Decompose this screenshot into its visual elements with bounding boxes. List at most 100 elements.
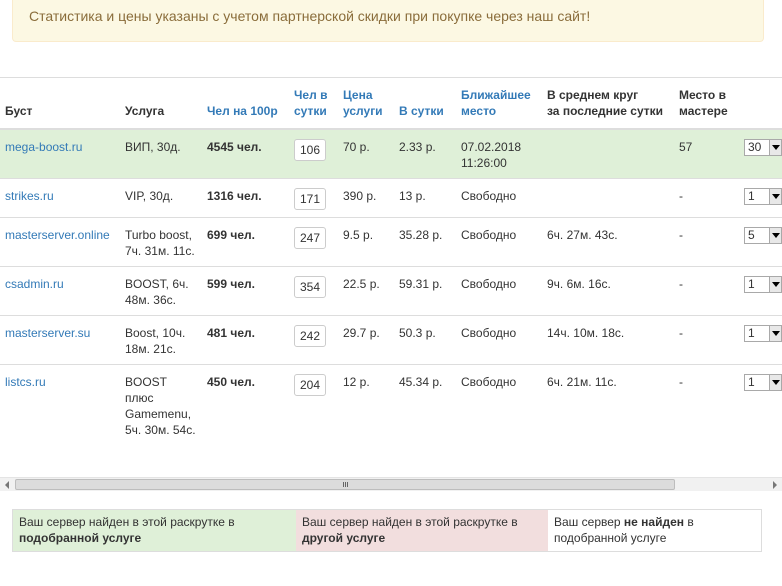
partner-discount-notice: Статистика и цены указаны с учетом партн… — [12, 0, 764, 42]
players-per-day-box: 242 — [294, 325, 326, 347]
quantity-select-value: 1 — [748, 326, 755, 340]
players-per-100: 1316 чел. — [202, 178, 289, 218]
players-per-100: 450 чел. — [202, 364, 289, 445]
header-avg-line2: за последние сутки — [547, 104, 664, 118]
quantity-select[interactable]: 1 — [744, 188, 782, 205]
quantity-select-value: 30 — [748, 140, 762, 154]
boost-site-link[interactable]: masterserver.online — [5, 228, 110, 242]
header-place-line2: мастере — [679, 104, 728, 118]
price-per-day: 2.33 р. — [394, 128, 456, 179]
master-place: - — [674, 266, 739, 316]
table-row: masterserver.online Turbo boost, 7ч. 31м… — [0, 217, 782, 267]
legend-notfound-bold: не найден — [623, 515, 685, 529]
players-per-100: 699 чел. — [202, 217, 289, 267]
header-place-line1: Место в — [679, 88, 726, 102]
service-name: Turbo boost, 7ч. 31м. 11с. — [120, 217, 202, 267]
average-round — [542, 128, 674, 179]
players-per-day-box: 354 — [294, 276, 326, 298]
legend-notfound-prefix: Ваш сервер — [554, 515, 621, 529]
header-price[interactable]: Цена услуги — [338, 78, 394, 130]
chevron-down-icon — [769, 228, 781, 243]
header-nearest-line1: Ближайшее — [461, 88, 531, 102]
price-per-day: 13 р. — [394, 178, 456, 218]
chevron-down-icon — [769, 277, 781, 292]
arrow-right-icon[interactable] — [768, 478, 782, 491]
service-price: 9.5 р. — [338, 217, 394, 267]
players-per-100: 4545 чел. — [202, 128, 289, 179]
players-per-day-box: 247 — [294, 227, 326, 249]
nearest-place: Свободно — [456, 315, 542, 365]
boost-site-link[interactable]: listcs.ru — [5, 375, 46, 389]
legend-found-selected: Ваш сервер найден в этой раскрутке в под… — [13, 510, 296, 551]
legend-found-other: Ваш сервер найден в этой раскрутке в дру… — [296, 510, 548, 551]
service-name: BOOST плюс Gamemenu, 5ч. 30м. 54с. — [120, 364, 202, 445]
quantity-select[interactable]: 1 — [744, 325, 782, 342]
table-row: mega-boost.ru ВИП, 30д. 4545 чел. 106 70… — [0, 128, 782, 179]
nearest-place: Свободно — [456, 266, 542, 316]
service-price: 70 р. — [338, 128, 394, 179]
quantity-select-value: 1 — [748, 375, 755, 389]
table-header-row: Буст Услуга Чел на 100р Чел в сутки Цена… — [0, 78, 782, 130]
chevron-down-icon — [769, 140, 781, 155]
service-name: BOOST, 6ч. 48м. 36с. — [120, 266, 202, 316]
arrow-left-icon[interactable] — [0, 478, 14, 491]
header-nearest-place[interactable]: Ближайшее место — [456, 78, 542, 130]
chevron-down-icon — [769, 189, 781, 204]
boost-site-link[interactable]: masterserver.su — [5, 326, 90, 340]
header-service: Услуга — [120, 78, 202, 130]
service-price: 22.5 р. — [338, 266, 394, 316]
table-row: listcs.ru BOOST плюс Gamemenu, 5ч. 30м. … — [0, 364, 782, 445]
price-per-day: 50.3 р. — [394, 315, 456, 365]
service-name: ВИП, 30д. — [120, 128, 202, 179]
service-price: 390 р. — [338, 178, 394, 218]
header-price-line2: услуги — [343, 104, 383, 118]
quantity-select-value: 1 — [748, 277, 755, 291]
header-average-round: В среднем круг за последние сутки — [542, 78, 674, 130]
service-name: VIP, 30д. — [120, 178, 202, 218]
service-price: 29.7 р. — [338, 315, 394, 365]
players-per-day-box: 171 — [294, 188, 326, 210]
table-row: masterserver.su Boost, 10ч. 18м. 21с. 48… — [0, 315, 782, 365]
header-in-day[interactable]: В сутки — [394, 78, 456, 130]
grip-icon — [342, 482, 348, 487]
header-per-day[interactable]: Чел в сутки — [289, 78, 338, 130]
header-per-100-rub[interactable]: Чел на 100р — [202, 78, 289, 130]
nearest-place: Свободно — [456, 217, 542, 267]
master-place: - — [674, 364, 739, 445]
boost-table: Буст Услуга Чел на 100р Чел в сутки Цена… — [0, 78, 782, 445]
boost-site-link[interactable]: mega-boost.ru — [5, 140, 82, 154]
master-place: - — [674, 178, 739, 218]
players-per-100: 481 чел. — [202, 315, 289, 365]
header-per-day-line1: Чел в — [294, 88, 328, 102]
nearest-place: Свободно — [456, 178, 542, 218]
average-round: 6ч. 21м. 11с. — [542, 364, 674, 445]
legend-other-bold: другой услуге — [302, 531, 386, 545]
boost-site-link[interactable]: strikes.ru — [5, 189, 54, 203]
average-round: 6ч. 27м. 43с. — [542, 217, 674, 267]
average-round: 14ч. 10м. 18с. — [542, 315, 674, 365]
quantity-select-value: 1 — [748, 189, 755, 203]
quantity-select[interactable]: 1 — [744, 276, 782, 293]
legend-found-text: Ваш сервер найден в этой раскрутке в — [19, 515, 235, 529]
quantity-select[interactable]: 30 — [744, 139, 782, 156]
players-per-day-box: 204 — [294, 374, 326, 396]
master-place: 57 — [674, 128, 739, 179]
scrollbar-thumb[interactable] — [15, 479, 675, 490]
service-price: 12 р. — [338, 364, 394, 445]
nearest-place: Свободно — [456, 364, 542, 445]
nearest-place: 07.02.2018 11:26:00 — [456, 128, 542, 179]
header-per-day-line2: сутки — [294, 104, 327, 118]
boost-site-link[interactable]: csadmin.ru — [5, 277, 64, 291]
quantity-select-value: 5 — [748, 228, 755, 242]
quantity-select[interactable]: 1 — [744, 374, 782, 391]
header-quantity — [739, 78, 782, 130]
average-round — [542, 178, 674, 218]
price-per-day: 45.34 р. — [394, 364, 456, 445]
horizontal-scrollbar[interactable] — [0, 477, 782, 491]
master-place: - — [674, 217, 739, 267]
header-master-place: Место в мастере — [674, 78, 739, 130]
quantity-select[interactable]: 5 — [744, 227, 782, 244]
header-boost: Буст — [0, 78, 120, 130]
legend-other-text: Ваш сервер найден в этой раскрутке в — [302, 515, 518, 529]
legend-found-bold: подобранной услуге — [19, 531, 142, 545]
